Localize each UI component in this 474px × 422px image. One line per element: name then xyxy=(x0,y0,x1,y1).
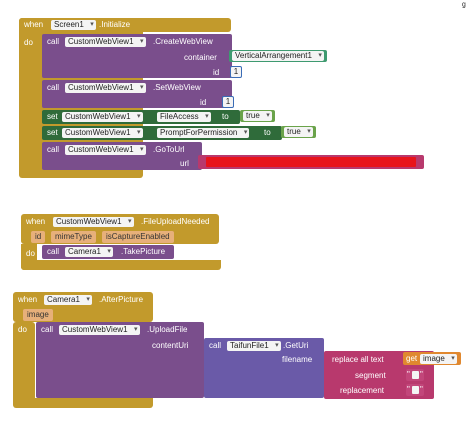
quote-right-icon: " xyxy=(420,370,423,379)
set-keyword: set xyxy=(47,112,58,121)
true-dropdown[interactable]: true xyxy=(243,111,272,121)
do-keyword: do xyxy=(26,249,35,258)
vertical-arrangement1-component[interactable]: VerticalArrangement1 xyxy=(229,50,327,62)
empty-text-value[interactable] xyxy=(412,386,419,394)
go-to-url-method: .GoToUrl xyxy=(153,145,185,154)
customwebview1-dropdown[interactable]: CustomWebView1 xyxy=(65,83,146,93)
segment-empty-text-block[interactable]: " " xyxy=(406,369,424,381)
when-keyword: when xyxy=(18,295,38,304)
do-keyword: do xyxy=(18,325,27,334)
number-1-value[interactable]: 1 xyxy=(231,67,241,77)
segment-arg-label: segment xyxy=(355,371,386,380)
filename-arg-label: filename xyxy=(282,355,313,364)
quote-left-icon: " xyxy=(407,370,410,379)
vertical-arrangement1-dropdown[interactable]: VerticalArrangement1 xyxy=(232,51,324,61)
customwebview1-dropdown[interactable]: CustomWebView1 xyxy=(65,145,146,155)
when-keyword: when xyxy=(24,20,44,29)
true-dropdown[interactable]: true xyxy=(284,127,313,137)
call-keyword: call xyxy=(209,341,222,350)
create-webview-method: .CreateWebView xyxy=(153,37,213,46)
when-keyword: when xyxy=(26,217,46,226)
to-keyword: to xyxy=(264,128,271,137)
replacement-arg-label: replacement xyxy=(340,386,385,395)
call-keyword: call xyxy=(41,325,54,334)
number-1-value[interactable]: 1 xyxy=(223,97,233,107)
id-arg-label: id xyxy=(213,68,220,77)
true-logic-block[interactable]: true xyxy=(281,126,316,138)
call-keyword: call xyxy=(47,37,60,46)
take-picture-method: .TakePicture xyxy=(121,247,166,256)
quote-left-icon: " xyxy=(407,385,410,394)
empty-text-value[interactable] xyxy=(412,371,419,379)
after-picture-event: .AfterPicture xyxy=(99,295,144,304)
redacted-url-text[interactable] xyxy=(206,157,416,167)
get-uri-method: .GetUri xyxy=(283,341,309,350)
true-logic-block[interactable]: true xyxy=(240,110,275,122)
url-arg-label: url xyxy=(180,159,189,168)
number-1-block[interactable]: 1 xyxy=(222,96,234,108)
customwebview1-dropdown[interactable]: CustomWebView1 xyxy=(59,325,140,335)
url-text-block[interactable] xyxy=(198,155,424,169)
customwebview1-dropdown[interactable]: CustomWebView1 xyxy=(62,112,143,122)
contenturi-arg-label: contentUri xyxy=(152,341,189,350)
camera1-dropdown[interactable]: Camera1 xyxy=(44,295,92,305)
param-image[interactable]: image xyxy=(23,309,53,321)
customwebview1-dropdown[interactable]: CustomWebView1 xyxy=(53,217,134,227)
param-mimetype[interactable]: mimeType xyxy=(51,231,96,243)
upload-file-method: .UploadFile xyxy=(147,325,188,334)
container-arg-label: container xyxy=(184,53,217,62)
call-keyword: call xyxy=(47,145,60,154)
screen1-dropdown[interactable]: Screen1 xyxy=(51,20,96,30)
taifunfile1-dropdown[interactable]: TaifunFile1 xyxy=(227,341,281,351)
to-keyword: to xyxy=(222,112,229,121)
param-iscaptureenabled[interactable]: isCaptureEnabled xyxy=(102,231,174,243)
customwebview1-dropdown[interactable]: CustomWebView1 xyxy=(65,37,146,47)
id-arg-label: id xyxy=(200,98,207,107)
number-1-block[interactable]: 1 xyxy=(230,66,242,78)
file-access-property-dropdown[interactable]: FileAccess xyxy=(157,112,211,122)
customwebview1-dropdown[interactable]: CustomWebView1 xyxy=(62,128,143,138)
set-keyword: set xyxy=(47,128,58,137)
prompt-for-permission-property-dropdown[interactable]: PromptForPermission xyxy=(157,128,250,138)
partial-edge-glyph: ᵍ xyxy=(462,1,466,12)
do-keyword: do xyxy=(24,38,33,47)
quote-right-icon: " xyxy=(420,385,423,394)
file-upload-needed-event: .FileUploadNeeded xyxy=(141,217,210,226)
call-keyword: call xyxy=(47,247,60,256)
replacement-empty-text-block[interactable]: " " xyxy=(406,384,424,396)
param-id[interactable]: id xyxy=(31,231,46,243)
image-variable-dropdown[interactable]: image xyxy=(420,354,457,364)
call-keyword: call xyxy=(47,83,60,92)
initialize-event-label: .Initialize xyxy=(99,20,131,29)
get-keyword: get xyxy=(406,354,418,363)
camera1-dropdown[interactable]: Camera1 xyxy=(65,247,113,257)
set-webview-method: .SetWebView xyxy=(153,83,201,92)
replace-all-text-label: replace all text xyxy=(332,355,384,364)
